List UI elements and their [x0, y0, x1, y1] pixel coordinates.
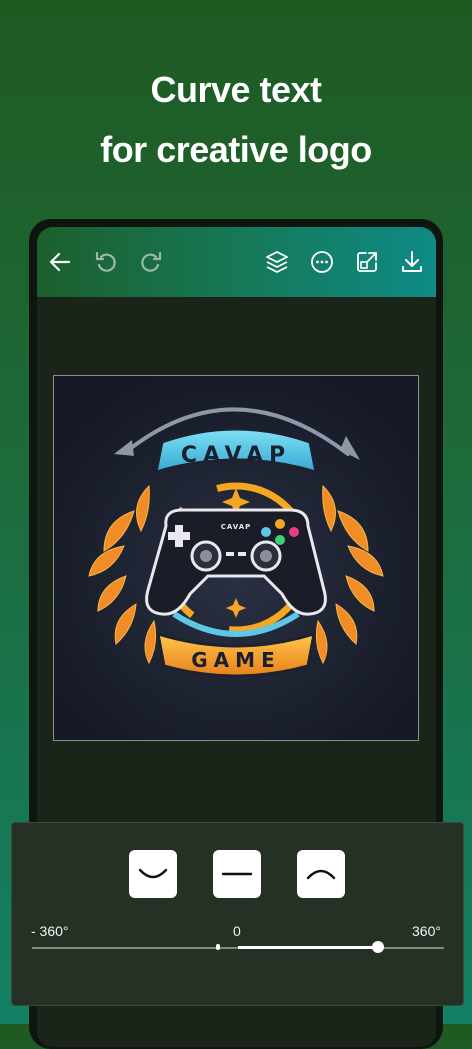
slider-mid-label: 0 [233, 923, 241, 939]
headline-line-1: Curve text [150, 69, 322, 110]
curve-down-icon [138, 868, 168, 879]
straight-line-icon [221, 872, 253, 876]
controller-label: CAVAP [221, 523, 252, 531]
headline: Curve text for creative logo [0, 60, 472, 180]
design-canvas[interactable]: CAVAP GAME CAVAP [53, 375, 419, 741]
curve-slider-fill [238, 946, 379, 949]
curve-down-button[interactable] [129, 850, 177, 898]
curve-up-button[interactable] [297, 850, 345, 898]
slider-center-tick [216, 944, 220, 950]
back-arrow-icon[interactable] [47, 249, 73, 275]
logo-top-text: CAVAP [181, 443, 291, 468]
layers-icon[interactable] [264, 249, 290, 275]
curve-slider-thumb[interactable] [372, 941, 385, 953]
headline-line-2: for creative logo [100, 129, 372, 170]
resize-icon[interactable] [354, 249, 380, 275]
curve-text-panel: - 360° 0 360° [11, 822, 464, 1006]
straight-text-button[interactable] [213, 850, 261, 898]
slider-max-label: 360° [412, 923, 441, 939]
top-toolbar [37, 227, 436, 297]
curve-up-icon [306, 869, 336, 880]
redo-icon[interactable] [138, 249, 164, 275]
download-icon[interactable] [399, 249, 425, 275]
undo-icon[interactable] [93, 249, 119, 275]
logo-bottom-text: GAME [191, 648, 280, 672]
more-icon[interactable] [309, 249, 335, 275]
slider-min-label: - 360° [31, 923, 69, 939]
game-logo-image: CAVAP GAME CAVAP [54, 376, 418, 740]
